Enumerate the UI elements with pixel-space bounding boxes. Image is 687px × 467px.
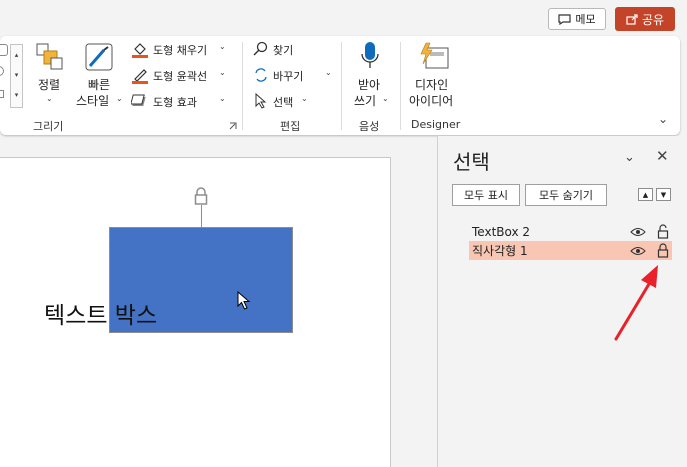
designer-icon	[420, 42, 449, 69]
search-icon	[253, 41, 268, 56]
chevron-down-icon: ⌄	[219, 42, 226, 51]
paint-bucket-icon	[132, 43, 148, 58]
chevron-down-icon: ⌄	[382, 94, 389, 103]
ribbon: ▴ ▾ ▾ 정렬 ⌄ 빠른 스타일 ⌄ 도형 채우기 ⌄ 도형 윤곽선 ⌄ 도형…	[0, 36, 680, 135]
designer-label-2: 아이디어	[409, 94, 454, 108]
select-button[interactable]: 선택 ⌄	[253, 92, 323, 112]
arrange-label: 정렬	[38, 78, 61, 92]
bring-forward-icon[interactable]: ▲	[638, 188, 653, 201]
selection-pane: 선택 ⌄ ✕ 모두 표시 모두 숨기기 ▲ ▼ TextBox 2 직사각형 1	[437, 136, 687, 467]
chevron-down-icon: ⌄	[325, 68, 332, 77]
chevron-down-icon: ⌄	[301, 94, 308, 103]
quick-styles-label-1: 빠른	[88, 78, 111, 92]
designer-label-1: 디자인	[415, 78, 449, 92]
text-box[interactable]: 텍스트 박스	[44, 296, 157, 330]
memo-label: 메모	[575, 13, 596, 26]
find-label: 찾기	[273, 44, 294, 57]
replace-button[interactable]: 바꾸기 ⌄	[253, 66, 338, 86]
chevron-down-icon: ⌄	[116, 94, 123, 103]
lock-connector	[201, 205, 202, 227]
quick-styles-label-2: 스타일	[76, 94, 110, 108]
designer-button[interactable]: 디자인 아이디어	[407, 40, 463, 112]
arrange-button[interactable]: 정렬 ⌄	[30, 40, 70, 110]
comment-icon	[558, 13, 571, 25]
chevron-down-icon: ⌄	[219, 94, 226, 103]
chevron-down-icon: ⌄	[46, 94, 53, 103]
collapse-ribbon-icon[interactable]: ⌄	[658, 112, 668, 126]
group-label-designer: Designer	[411, 118, 461, 131]
close-icon[interactable]: ✕	[656, 147, 669, 165]
ribbon-separator	[341, 42, 342, 130]
shape-effects-button[interactable]: 도형 효과 ⌄	[131, 92, 231, 112]
dictate-label-1: 받아	[358, 78, 381, 92]
pane-options-chevron-icon[interactable]: ⌄	[624, 150, 635, 165]
shape-outline-label: 도형 윤곽선	[153, 70, 208, 83]
replace-label: 바꾸기	[273, 70, 304, 83]
unlock-icon[interactable]	[657, 224, 669, 239]
quick-styles-button[interactable]: 빠른 스타일 ⌄	[74, 40, 126, 110]
shape-outline-button[interactable]: 도형 윤곽선 ⌄	[131, 66, 231, 86]
shape-effects-icon	[131, 94, 146, 106]
dictate-button[interactable]: 받아 쓰기 ⌄	[348, 40, 392, 112]
hide-all-button[interactable]: 모두 숨기기	[525, 184, 607, 206]
show-all-button[interactable]: 모두 표시	[452, 184, 520, 206]
group-label-editing: 편집	[280, 120, 301, 133]
ribbon-separator	[400, 42, 401, 130]
shapes-gallery[interactable]: ▴ ▾ ▾	[0, 44, 24, 108]
dictate-label-2: 쓰기	[354, 94, 377, 108]
eye-icon[interactable]	[630, 227, 646, 237]
group-label-drawing: 그리기	[33, 120, 64, 133]
cursor-select-icon	[255, 93, 267, 109]
group-label-voice: 음성	[359, 120, 380, 133]
shape-effects-label: 도형 효과	[153, 96, 197, 109]
shape-fill-label: 도형 채우기	[153, 44, 208, 57]
shape-fill-button[interactable]: 도형 채우기 ⌄	[131, 40, 231, 60]
share-label: 공유	[641, 12, 665, 27]
replace-icon	[255, 68, 267, 82]
memo-button[interactable]: 메모	[548, 8, 606, 30]
pen-outline-icon	[132, 69, 148, 84]
share-icon	[626, 14, 638, 25]
select-label: 선택	[273, 96, 294, 109]
share-button[interactable]: 공유	[615, 7, 675, 31]
dialog-launcher-icon[interactable]	[229, 122, 237, 130]
pane-title: 선택	[453, 150, 490, 174]
arrange-icon	[36, 43, 63, 70]
mouse-pointer-icon	[237, 291, 251, 310]
app-window: 메모 공유 ▴ ▾ ▾ 정렬 ⌄ 빠른 스타일 ⌄ 도형 채우기 ⌄ 도형 윤곽…	[0, 0, 687, 467]
ribbon-separator	[242, 42, 243, 130]
eye-icon[interactable]	[630, 246, 646, 256]
lock-icon[interactable]	[657, 243, 669, 258]
microphone-icon	[361, 42, 379, 68]
send-backward-icon[interactable]: ▼	[656, 188, 671, 201]
lock-icon	[194, 187, 208, 205]
quick-styles-icon	[85, 43, 113, 71]
find-button[interactable]: 찾기	[253, 40, 323, 60]
chevron-down-icon: ⌄	[219, 68, 226, 77]
